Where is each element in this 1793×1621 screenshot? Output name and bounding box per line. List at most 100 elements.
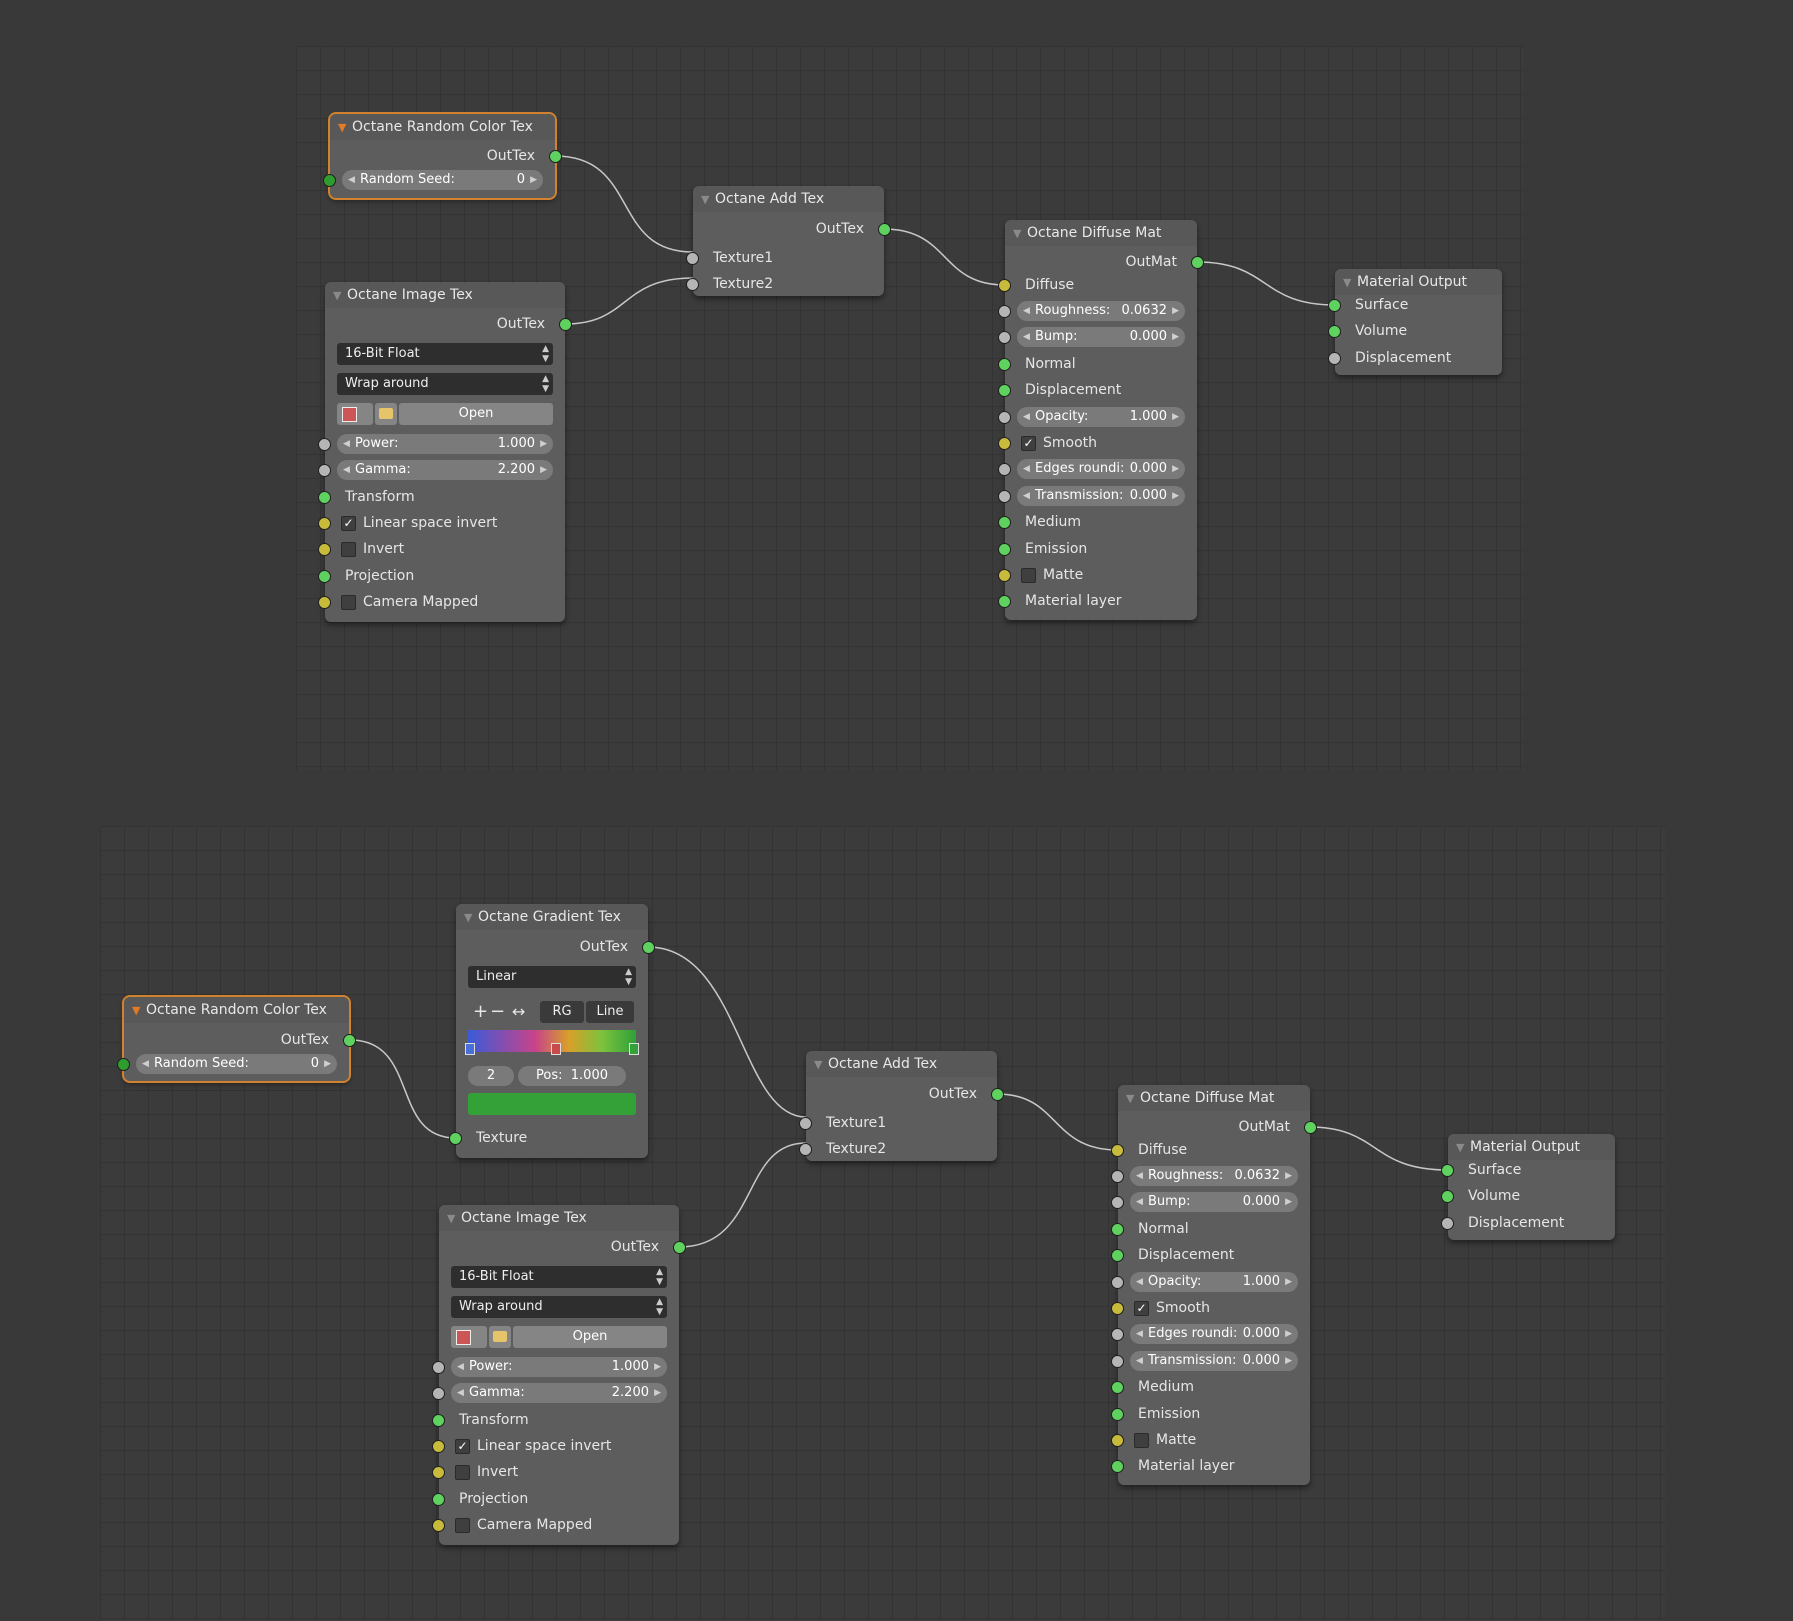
- node-header[interactable]: ▼ Octane Add Tex: [806, 1051, 997, 1077]
- invert-checkbox[interactable]: [455, 1465, 470, 1480]
- arrow-right-icon[interactable]: ▶: [530, 170, 537, 190]
- bump-field[interactable]: ◀ Bump: 0.000 ▶: [1130, 1192, 1298, 1212]
- image-tex-node[interactable]: ▼ Octane Image Tex OutTex 16-Bit Float ▲ ▼ …: [318, 282, 572, 622]
- outtex-socket[interactable]: [559, 318, 572, 331]
- arrow-left-icon[interactable]: ◀: [343, 460, 350, 480]
- projection-socket[interactable]: [318, 570, 331, 583]
- outmat-socket[interactable]: [1304, 1121, 1317, 1134]
- wrap-dropdown[interactable]: Wrap around ▲ ▼: [451, 1296, 667, 1318]
- matte-checkbox[interactable]: [1021, 568, 1036, 583]
- bit-depth-dropdown[interactable]: 16-Bit Float ▲ ▼: [337, 343, 553, 365]
- transmission-socket[interactable]: [1111, 1355, 1124, 1368]
- texture2-socket[interactable]: [799, 1143, 812, 1156]
- stop-pos-field[interactable]: Pos: 1.000: [518, 1066, 626, 1086]
- arrow-left-icon[interactable]: ◀: [1023, 327, 1030, 347]
- stop-index-field[interactable]: 2: [468, 1066, 514, 1086]
- smooth-socket[interactable]: [1111, 1302, 1124, 1315]
- arrow-left-icon[interactable]: ◀: [1136, 1351, 1143, 1371]
- camera-mapped-checkbox[interactable]: [455, 1518, 470, 1533]
- collapse-triangle-icon[interactable]: ▼: [1126, 1086, 1140, 1111]
- ramp-stop-right-icon[interactable]: [629, 1043, 639, 1055]
- node-header[interactable]: ▼ Octane Image Tex: [439, 1205, 679, 1231]
- projection-socket[interactable]: [432, 1493, 445, 1506]
- texture2-socket[interactable]: [686, 278, 699, 291]
- folder-button[interactable]: [375, 403, 397, 425]
- outtex-socket[interactable]: [878, 223, 891, 236]
- edges-rounding-field[interactable]: ◀ Edges roundi: 0.000 ▶: [1130, 1324, 1298, 1344]
- surface-socket[interactable]: [1441, 1164, 1454, 1177]
- node-header[interactable]: ▼ Material Output: [1335, 269, 1502, 295]
- bump-socket[interactable]: [998, 331, 1011, 344]
- arrow-left-icon[interactable]: ◀: [1023, 459, 1030, 479]
- gradient-mode-dropdown[interactable]: Linear ▲ ▼: [468, 966, 636, 988]
- displacement-socket[interactable]: [998, 384, 1011, 397]
- outtex-socket[interactable]: [549, 150, 562, 163]
- outtex-socket[interactable]: [642, 941, 655, 954]
- matte-socket[interactable]: [1111, 1434, 1124, 1447]
- random-seed-field[interactable]: ◀ Random Seed: 0 ▶: [342, 170, 543, 190]
- transmission-field[interactable]: ◀ Transmission: 0.000 ▶: [1017, 486, 1185, 506]
- transform-socket[interactable]: [432, 1414, 445, 1427]
- linear-socket[interactable]: [432, 1440, 445, 1453]
- power-socket[interactable]: [318, 438, 331, 451]
- arrow-left-icon[interactable]: ◀: [1136, 1272, 1143, 1292]
- arrow-left-icon[interactable]: ◀: [1136, 1192, 1143, 1212]
- matte-checkbox[interactable]: [1134, 1433, 1149, 1448]
- open-button[interactable]: Open: [399, 403, 553, 425]
- outtex-socket[interactable]: [991, 1088, 1004, 1101]
- roughness-socket[interactable]: [998, 305, 1011, 318]
- node-header[interactable]: ▼ Material Output: [1448, 1134, 1615, 1160]
- arrow-right-icon[interactable]: ▶: [654, 1383, 661, 1403]
- gamma-field[interactable]: ◀ Gamma: 2.200 ▶: [337, 460, 553, 480]
- remove-stop-icon[interactable]: −: [490, 1000, 505, 1024]
- edges-socket[interactable]: [1111, 1328, 1124, 1341]
- color-mode-dropdown[interactable]: RG: [540, 1001, 584, 1023]
- roughness-field[interactable]: ◀ Roughness: 0.0632 ▶: [1017, 301, 1185, 321]
- opacity-field[interactable]: ◀ Opacity: 1.000 ▶: [1017, 407, 1185, 427]
- image-tex-node-b[interactable]: ▼ Octane Image Tex OutTex 16-Bit Float ▲ ▼ …: [432, 1205, 686, 1545]
- arrow-right-icon[interactable]: ▶: [1172, 486, 1179, 506]
- linear-space-invert-checkbox[interactable]: ✓: [455, 1439, 470, 1454]
- normal-socket[interactable]: [1111, 1223, 1124, 1236]
- smooth-socket[interactable]: [998, 437, 1011, 450]
- arrow-left-icon[interactable]: ◀: [1023, 301, 1030, 321]
- bit-depth-dropdown[interactable]: 16-Bit Float ▲ ▼: [451, 1266, 667, 1288]
- medium-socket[interactable]: [1111, 1381, 1124, 1394]
- outtex-socket[interactable]: [343, 1034, 356, 1047]
- linear-socket[interactable]: [318, 517, 331, 530]
- medium-socket[interactable]: [998, 516, 1011, 529]
- arrow-left-icon[interactable]: ◀: [142, 1054, 149, 1074]
- node-header[interactable]: ▼ Octane Diffuse Mat: [1005, 220, 1197, 246]
- open-button[interactable]: Open: [513, 1326, 667, 1348]
- emission-socket[interactable]: [1111, 1408, 1124, 1421]
- arrow-right-icon[interactable]: ▶: [654, 1357, 661, 1377]
- roughness-socket[interactable]: [1111, 1170, 1124, 1183]
- power-field[interactable]: ◀ Power: 1.000 ▶: [451, 1357, 667, 1377]
- smooth-checkbox[interactable]: ✓: [1134, 1301, 1149, 1316]
- gradient-tex-node[interactable]: ▼ Octane Gradient Tex OutTex Linear ▲ ▼ + −…: [449, 904, 655, 1158]
- arrow-left-icon[interactable]: ◀: [1023, 407, 1030, 427]
- add-stop-icon[interactable]: +: [473, 1000, 488, 1024]
- add-tex-node-b[interactable]: ▼ Octane Add Tex OutTex Texture1 Texture2: [799, 1051, 1004, 1161]
- arrow-right-icon[interactable]: ▶: [540, 460, 547, 480]
- random-color-tex-node[interactable]: ▼ Octane Random Color Tex OutTex ◀ Random …: [323, 114, 562, 198]
- diffuse-socket[interactable]: [1111, 1144, 1124, 1157]
- arrow-left-icon[interactable]: ◀: [457, 1383, 464, 1403]
- ramp-stop-left-icon[interactable]: [465, 1043, 475, 1055]
- add-tex-node[interactable]: ▼ Octane Add Tex OutTex Texture1 Texture2: [686, 186, 891, 296]
- collapse-triangle-icon[interactable]: ▼: [447, 1206, 461, 1231]
- texture-socket[interactable]: [449, 1132, 462, 1145]
- displacement-socket[interactable]: [1328, 352, 1341, 365]
- material-layer-socket[interactable]: [1111, 1460, 1124, 1473]
- displacement-socket[interactable]: [1111, 1249, 1124, 1262]
- arrow-left-icon[interactable]: ◀: [1136, 1324, 1143, 1344]
- random-color-tex-node-b[interactable]: ▼ Octane Random Color Tex OutTex ◀ Random …: [117, 997, 356, 1081]
- bump-field[interactable]: ◀ Bump: 0.000 ▶: [1017, 327, 1185, 347]
- gamma-field[interactable]: ◀ Gamma: 2.200 ▶: [451, 1383, 667, 1403]
- invert-socket[interactable]: [432, 1466, 445, 1479]
- image-browse-button[interactable]: [451, 1326, 487, 1348]
- arrow-right-icon[interactable]: ▶: [1285, 1351, 1292, 1371]
- collapse-triangle-icon[interactable]: ▼: [1343, 270, 1357, 295]
- random-seed-socket[interactable]: [117, 1058, 130, 1071]
- collapse-triangle-icon[interactable]: ▼: [333, 283, 347, 308]
